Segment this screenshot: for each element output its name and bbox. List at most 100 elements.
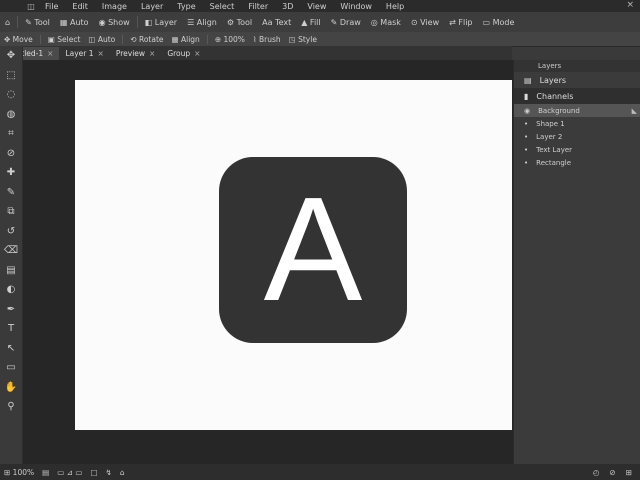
tab-channels[interactable]: ▮ Channels [514, 88, 640, 104]
quick-select-icon[interactable]: ◍ [0, 105, 22, 125]
panel-header: Layers [514, 60, 640, 72]
mode-button[interactable]: ▭ Mode [478, 18, 520, 27]
tab-layers[interactable]: ▤ Layers [514, 72, 640, 88]
eye-icon[interactable]: • [524, 133, 528, 141]
menu-edit[interactable]: Edit [65, 2, 95, 11]
auto-button[interactable]: ▦ Auto [55, 18, 94, 27]
home-button[interactable]: ⌂ [0, 18, 15, 27]
doc-info-icon[interactable]: ▤ [38, 468, 53, 477]
layers-icon: ▤ [524, 75, 532, 85]
pen-button[interactable]: ✎ Tool [20, 18, 55, 27]
menu-file[interactable]: File [38, 2, 65, 11]
text-button[interactable]: Aa Text [257, 18, 296, 27]
layer-row[interactable]: • Rectangle [514, 156, 640, 169]
home-icon[interactable]: ⌂ [116, 468, 129, 477]
move-button[interactable]: ✥ Move [0, 35, 37, 44]
menu-select[interactable]: Select [203, 2, 242, 11]
menu-filter[interactable]: Filter [241, 2, 275, 11]
document-canvas[interactable]: A [75, 80, 512, 430]
divider [122, 34, 124, 44]
frame-icon[interactable]: □ [86, 468, 101, 477]
menu-type[interactable]: Type [170, 2, 202, 11]
gradient-tool-icon[interactable]: ▤ [0, 261, 22, 281]
marquee-tool-icon[interactable]: ⬚ [0, 66, 22, 86]
auto-select-button[interactable]: ◫ Auto [84, 35, 119, 44]
brush-tool-icon[interactable]: ✎ [0, 183, 22, 203]
eye-icon[interactable]: ◉ [524, 107, 530, 115]
close-icon[interactable]: × [149, 49, 155, 58]
tool-settings-button[interactable]: ⚙ Tool [222, 18, 257, 27]
select-button[interactable]: ▣ Select [44, 35, 85, 44]
layer-row[interactable]: • Shape 1 [514, 117, 640, 130]
shape-tool-icon[interactable]: ▭ [0, 358, 22, 378]
layer-row[interactable]: • Layer 2 [514, 130, 640, 143]
quick-action-icon[interactable]: ↯ [102, 468, 116, 477]
move-tool-icon[interactable]: ✥ [0, 46, 22, 66]
path-select-icon[interactable]: ↖ [0, 339, 22, 359]
doc-tab[interactable]: Layer 1 × [59, 47, 109, 60]
canvas-letter: A [263, 167, 363, 332]
zoom-button[interactable]: ⊕ 100% [211, 35, 249, 44]
doc-tab-label: Preview [115, 48, 146, 58]
tools-panel: ✥ ⬚ ◌ ◍ ⌗ ⊘ ✚ ✎ ⧉ ↺ ⌫ ▤ ◐ ✒ T ↖ ▭ ✋ ⚲ [0, 46, 23, 464]
layer-name: Shape 1 [536, 119, 565, 128]
flip-button[interactable]: ⇄ Flip [444, 18, 477, 27]
eraser-tool-icon[interactable]: ⌫ [0, 241, 22, 261]
eye-icon[interactable]: • [524, 159, 528, 167]
app-icon[interactable]: ◫ [24, 2, 38, 11]
resize-handle-icon[interactable]: ◣ [632, 107, 637, 115]
show-button[interactable]: ◉ Show [94, 18, 135, 27]
healing-brush-icon[interactable]: ✚ [0, 163, 22, 183]
grid-icon[interactable]: ⊞ [626, 468, 632, 477]
stamp-tool-icon[interactable]: ⧉ [0, 202, 22, 222]
workspace: A [23, 60, 513, 464]
rotate-button[interactable]: ⟲ Rotate [126, 35, 167, 44]
layer-row[interactable]: ◉ Background ◣ [514, 104, 640, 117]
eye-icon[interactable]: • [524, 120, 528, 128]
zoom-tool-icon[interactable]: ⚲ [0, 397, 22, 417]
align-grid-button[interactable]: ▦ Align [168, 35, 204, 44]
block-icon[interactable]: ⊘ [609, 468, 615, 477]
brush-button[interactable]: ⌇ Brush [249, 35, 285, 44]
eye-icon[interactable]: • [524, 146, 528, 154]
doc-tab-label: Group [167, 48, 191, 58]
pen-tool-icon[interactable]: ✒ [0, 300, 22, 320]
fill-button[interactable]: ▲ Fill [296, 18, 325, 27]
view-mode-icons[interactable]: ▭ ⊿ ▭ [53, 468, 86, 477]
style-button[interactable]: ◳ Style [285, 35, 321, 44]
crop-tool-icon[interactable]: ⌗ [0, 124, 22, 144]
mask-button[interactable]: ◎ Mask [366, 18, 406, 27]
options-bar: ⌂ ✎ Tool ▦ Auto ◉ Show ◧ Layer ☰ Align ⚙… [0, 12, 640, 33]
lasso-tool-icon[interactable]: ◌ [0, 85, 22, 105]
menu-3d[interactable]: 3D [275, 2, 300, 11]
channel-icon: ▮ [524, 91, 529, 101]
zoom-readout[interactable]: ⊞ 100% [0, 468, 38, 477]
menu-help[interactable]: Help [379, 2, 411, 11]
menu-window[interactable]: Window [333, 2, 379, 11]
history-brush-icon[interactable]: ↺ [0, 222, 22, 242]
draw-button[interactable]: ✎ Draw [326, 18, 366, 27]
timer-icon[interactable]: ◴ [593, 468, 600, 477]
menu-image[interactable]: Image [95, 2, 134, 11]
view-button[interactable]: ⊙ View [406, 18, 444, 27]
doc-tab[interactable]: Preview × [110, 47, 162, 60]
close-icon[interactable]: × [47, 49, 53, 58]
close-icon[interactable]: × [194, 49, 200, 58]
eyedropper-icon[interactable]: ⊘ [0, 144, 22, 164]
menu-layer[interactable]: Layer [134, 2, 170, 11]
status-right: ◴ ⊘ ⊞ [593, 468, 640, 477]
layer-row[interactable]: • Text Layer [514, 143, 640, 156]
divider [206, 34, 208, 44]
layer-name: Rectangle [536, 158, 572, 167]
dodge-tool-icon[interactable]: ◐ [0, 280, 22, 300]
panel-title: Layers [538, 62, 562, 70]
type-tool-icon[interactable]: T [0, 319, 22, 339]
close-icon[interactable]: × [98, 49, 104, 58]
tab-label: Channels [536, 91, 574, 101]
hand-tool-icon[interactable]: ✋ [0, 378, 22, 398]
layer-button[interactable]: ◧ Layer [140, 18, 182, 27]
menu-view[interactable]: View [300, 2, 333, 11]
align-button[interactable]: ☰ Align [182, 18, 222, 27]
doc-tab[interactable]: Group × [161, 47, 206, 60]
close-icon[interactable]: × [626, 0, 634, 10]
